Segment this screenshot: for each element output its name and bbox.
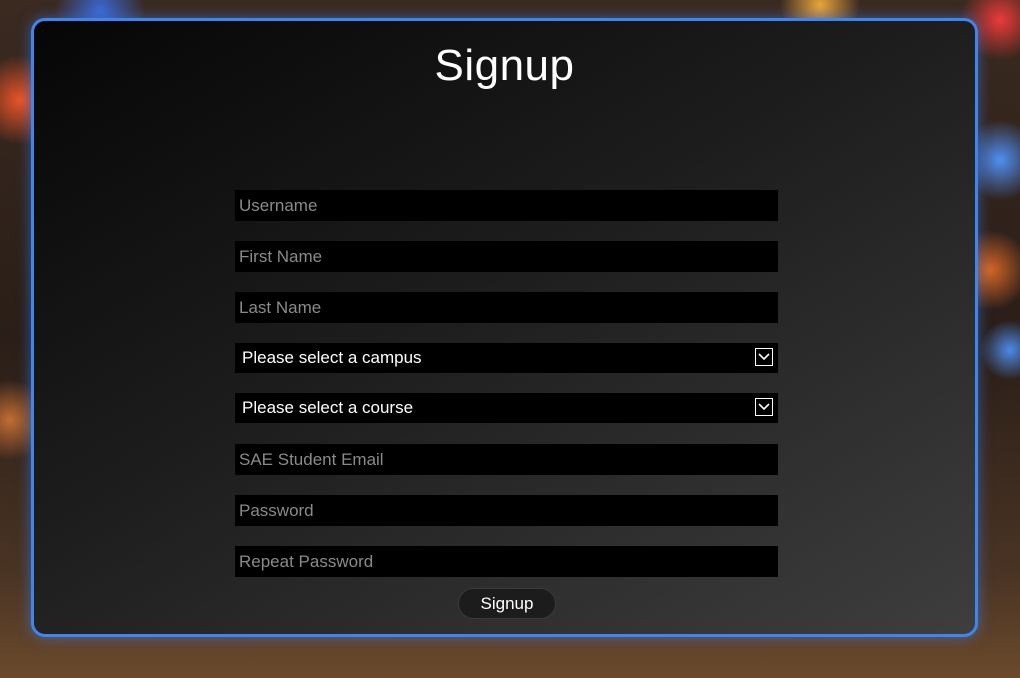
username-input[interactable]	[235, 190, 778, 221]
chevron-down-icon[interactable]	[755, 348, 773, 366]
email-input[interactable]	[235, 444, 778, 475]
password-input[interactable]	[235, 495, 778, 526]
repeat-password-input[interactable]	[235, 546, 778, 577]
course-select[interactable]: Please select a course	[235, 393, 778, 423]
course-select-value: Please select a course	[242, 398, 414, 417]
campus-select-value: Please select a campus	[242, 348, 422, 367]
page-title: Signup	[434, 41, 575, 90]
first-name-input[interactable]	[235, 241, 778, 272]
signup-button[interactable]: Signup	[458, 588, 556, 619]
last-name-input[interactable]	[235, 292, 778, 323]
campus-select[interactable]: Please select a campus	[235, 343, 778, 373]
chevron-down-icon[interactable]	[755, 398, 773, 416]
signup-card: Signup Please select a campus Please sel…	[31, 18, 978, 637]
